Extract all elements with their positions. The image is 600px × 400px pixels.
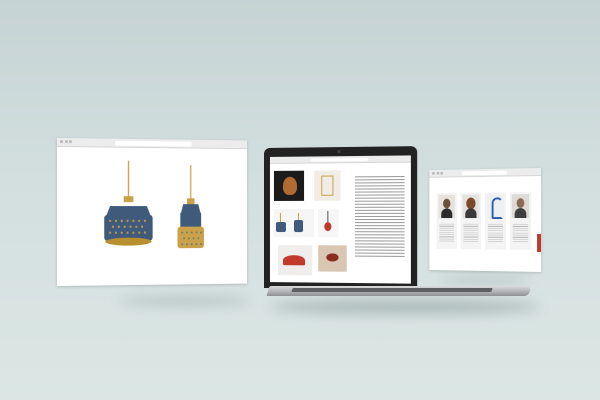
right-browser-toolbar — [429, 168, 541, 178]
blue-sculpture-icon — [486, 194, 505, 220]
laptop-address-bar[interactable] — [311, 157, 368, 162]
laptop-screen-bezel — [264, 146, 418, 290]
pendant-lamp-large-image — [104, 160, 153, 246]
red-side-tab[interactable] — [537, 233, 541, 252]
gallery-image-wood-lamp — [273, 170, 305, 201]
laptop-screen — [269, 155, 411, 284]
article-text-block — [354, 175, 405, 258]
left-window-shadow — [120, 296, 250, 306]
right-browser-window — [429, 168, 541, 272]
window-controls[interactable] — [59, 140, 72, 144]
right-address-bar[interactable] — [461, 170, 507, 175]
team-card[interactable] — [485, 192, 506, 250]
team-card[interactable] — [460, 192, 482, 250]
address-bar[interactable] — [115, 140, 192, 147]
laptop-keyboard — [291, 288, 493, 292]
portrait-woman-icon — [462, 194, 480, 219]
gallery-image-pendant-small — [318, 208, 339, 238]
team-card[interactable] — [509, 192, 532, 250]
laptop-browser-toolbar — [269, 155, 411, 164]
team-card-text — [463, 223, 479, 244]
team-card-text — [439, 223, 455, 244]
team-card[interactable] — [436, 192, 457, 250]
portrait-man-bald-icon — [511, 194, 530, 219]
team-heading — [429, 186, 541, 187]
left-browser-toolbar — [57, 138, 247, 150]
camera-dot — [337, 150, 341, 154]
gallery-image-red-detail — [318, 245, 347, 272]
gallery-image-red-lamp — [277, 245, 313, 276]
team-card-text — [512, 223, 529, 244]
gallery-image-blue-lamps — [273, 208, 315, 238]
window-controls-right[interactable] — [432, 171, 444, 175]
pendant-lamp-small-image — [177, 165, 204, 249]
portrait-man-beard-icon — [438, 194, 456, 219]
left-browser-window — [57, 138, 247, 286]
gallery-image-frame-lamp — [314, 170, 341, 201]
team-card-text — [487, 223, 504, 244]
